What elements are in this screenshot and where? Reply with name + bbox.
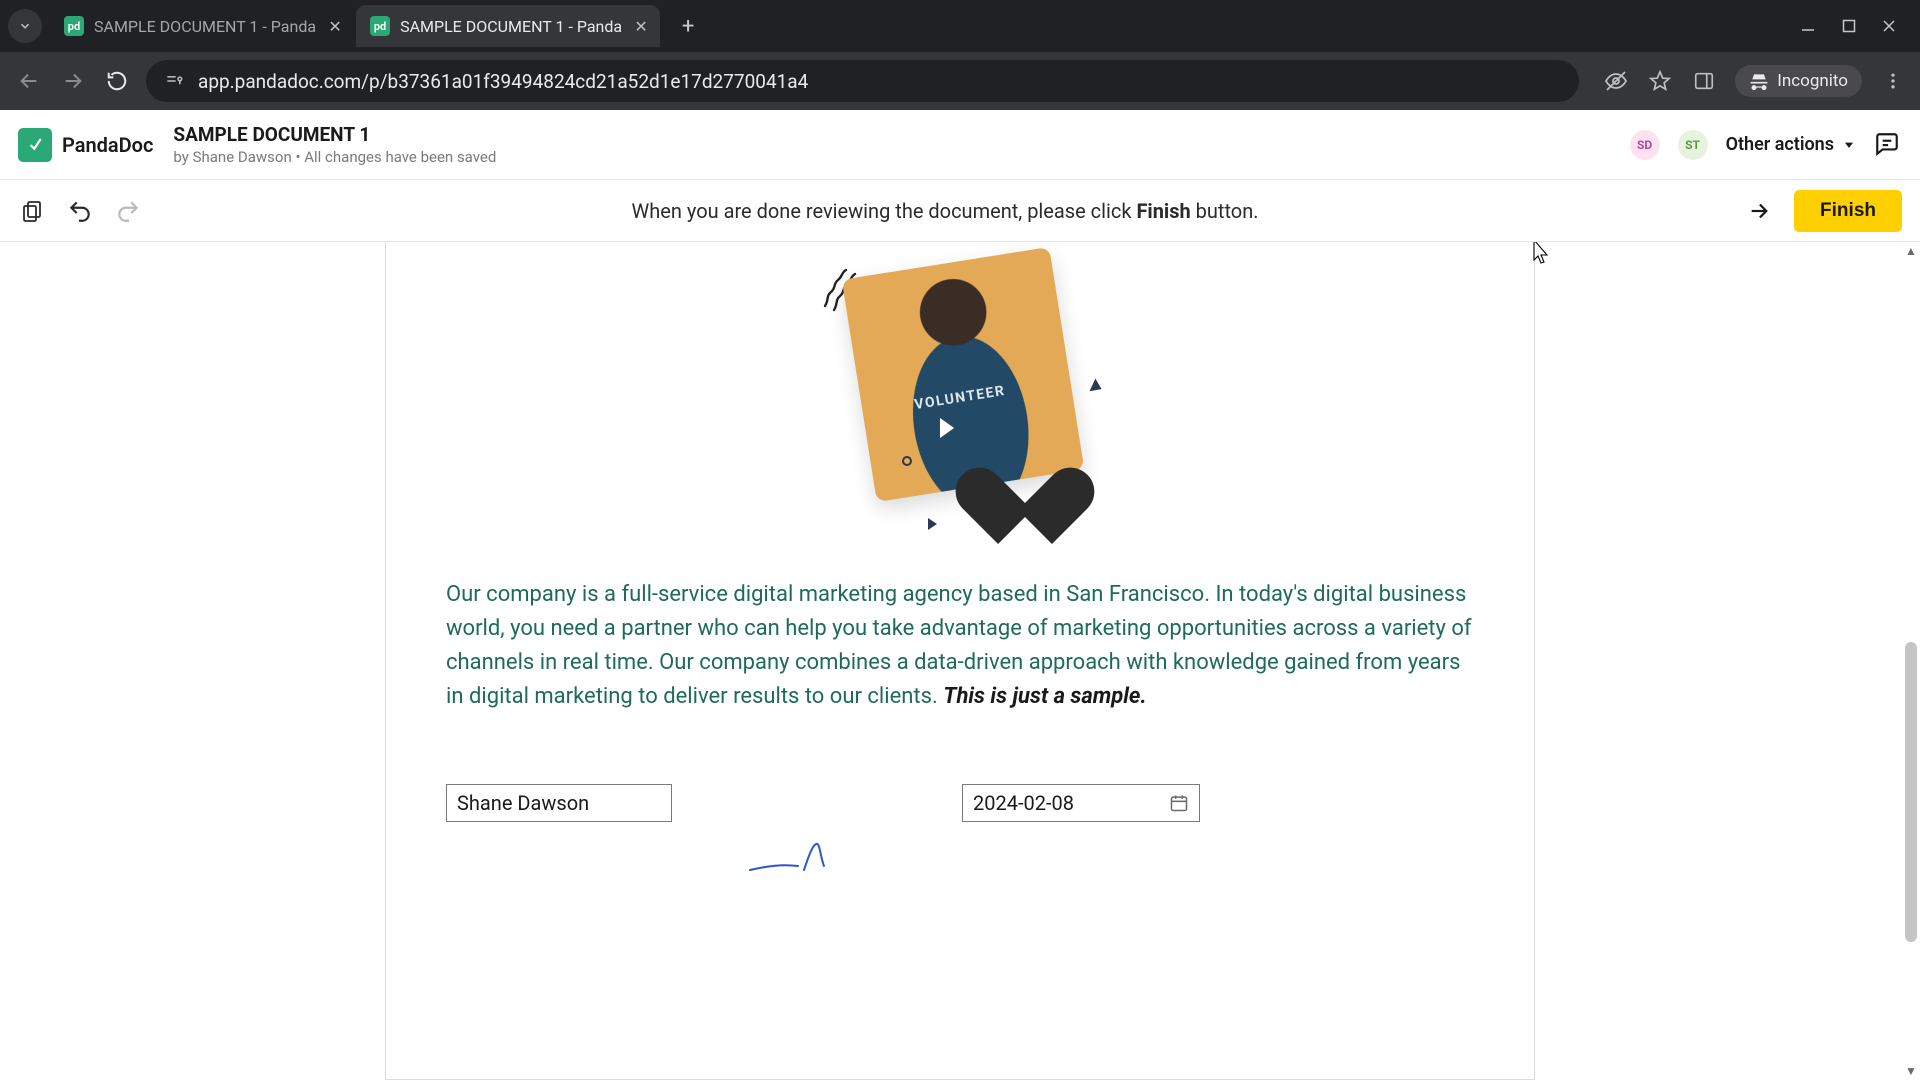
maximize-button[interactable] xyxy=(1842,18,1856,34)
hero-illustration-wrap: VOLUNTEER xyxy=(446,242,1474,528)
favicon-pandadoc: pd xyxy=(370,16,390,36)
scroll-down-button[interactable]: ▼ xyxy=(1902,1062,1920,1080)
small-circle-icon xyxy=(902,456,912,466)
url-text: app.pandadoc.com/p/b37361a01f39494824cd2… xyxy=(198,70,808,93)
caret-down-icon xyxy=(1842,138,1856,152)
review-bar: When you are done reviewing the document… xyxy=(0,180,1920,242)
redo-button[interactable] xyxy=(114,197,142,225)
tab-search-caret[interactable] xyxy=(8,9,42,43)
avatar-st[interactable]: ST xyxy=(1678,130,1708,160)
browser-tab-0[interactable]: pd SAMPLE DOCUMENT 1 - Panda ✕ xyxy=(50,5,354,47)
vertical-scrollbar[interactable]: ▲ ▼ xyxy=(1902,242,1920,1080)
other-actions-menu[interactable]: Other actions xyxy=(1726,134,1856,155)
scrollbar-thumb[interactable] xyxy=(1905,642,1917,942)
hero-illustration: VOLUNTEER xyxy=(810,248,1110,528)
side-panel-icon[interactable] xyxy=(1691,68,1717,94)
address-bar: app.pandadoc.com/p/b37361a01f39494824cd2… xyxy=(0,52,1920,110)
new-tab-button[interactable]: + xyxy=(670,8,706,44)
window-controls xyxy=(1800,18,1912,34)
browser-tab-1[interactable]: pd SAMPLE DOCUMENT 1 - Panda ✕ xyxy=(356,5,660,47)
app-header: PandaDoc SAMPLE DOCUMENT 1 by Shane Daws… xyxy=(0,110,1920,180)
comments-button[interactable] xyxy=(1874,131,1902,159)
undo-button[interactable] xyxy=(66,197,94,225)
tab-title: SAMPLE DOCUMENT 1 - Panda xyxy=(400,17,622,36)
name-field[interactable]: Shane Dawson xyxy=(446,784,672,822)
other-actions-label: Other actions xyxy=(1726,134,1834,155)
bookmark-star-icon[interactable] xyxy=(1647,68,1673,94)
play-triangle-icon xyxy=(940,418,954,438)
forward-button[interactable] xyxy=(58,66,88,96)
back-button[interactable] xyxy=(14,66,44,96)
minimize-button[interactable] xyxy=(1800,18,1816,34)
finish-button[interactable]: Finish xyxy=(1794,190,1902,232)
reload-button[interactable] xyxy=(102,66,132,96)
close-window-button[interactable] xyxy=(1882,18,1896,34)
scroll-up-button[interactable]: ▲ xyxy=(1902,242,1920,260)
small-triangle-icon-2 xyxy=(928,518,937,530)
incognito-label: Incognito xyxy=(1777,71,1848,91)
signature-mark xyxy=(746,836,886,880)
site-info-icon[interactable] xyxy=(162,69,186,93)
name-field-value: Shane Dawson xyxy=(457,791,589,815)
document-page: VOLUNTEER Our company is a full-service … xyxy=(385,242,1535,1080)
copy-document-button[interactable] xyxy=(18,197,46,225)
tab-strip: pd SAMPLE DOCUMENT 1 - Panda ✕ pd SAMPLE… xyxy=(0,0,1920,52)
document-meta: SAMPLE DOCUMENT 1 by Shane Dawson • All … xyxy=(173,123,496,166)
signature-fields-row: Shane Dawson 2024-02-08 xyxy=(446,784,1474,822)
body-sample-emphasis: This is just a sample. xyxy=(943,684,1146,709)
avatar-sd[interactable]: SD xyxy=(1630,130,1660,160)
brand[interactable]: PandaDoc xyxy=(18,128,153,162)
document-subtitle: by Shane Dawson • All changes have been … xyxy=(173,148,496,166)
incognito-indicator[interactable]: Incognito xyxy=(1735,65,1862,97)
brand-name: PandaDoc xyxy=(62,133,153,157)
incognito-icon xyxy=(1749,71,1769,91)
favicon-pandadoc: pd xyxy=(64,16,84,36)
small-triangle-icon xyxy=(1090,379,1105,396)
review-message: When you are done reviewing the document… xyxy=(160,199,1730,223)
url-field[interactable]: app.pandadoc.com/p/b37361a01f39494824cd2… xyxy=(146,60,1579,102)
date-field-value: 2024-02-08 xyxy=(973,791,1074,815)
chevron-down-icon xyxy=(18,19,32,33)
arrow-right-icon xyxy=(1748,200,1770,222)
heart-icon xyxy=(980,436,1070,520)
kebab-menu-icon[interactable] xyxy=(1880,68,1906,94)
document-body: Our company is a full-service digital ma… xyxy=(446,578,1474,714)
brand-logo xyxy=(18,128,52,162)
tab-title: SAMPLE DOCUMENT 1 - Panda xyxy=(94,17,316,36)
date-field[interactable]: 2024-02-08 xyxy=(962,784,1200,822)
browser-chrome: pd SAMPLE DOCUMENT 1 - Panda ✕ pd SAMPLE… xyxy=(0,0,1920,110)
calendar-icon xyxy=(1169,793,1189,813)
document-title: SAMPLE DOCUMENT 1 xyxy=(173,123,496,146)
document-canvas: VOLUNTEER Our company is a full-service … xyxy=(0,242,1920,1080)
close-icon[interactable]: ✕ xyxy=(326,17,344,35)
eye-off-icon[interactable] xyxy=(1603,68,1629,94)
address-actions: Incognito xyxy=(1593,65,1906,97)
close-icon[interactable]: ✕ xyxy=(632,17,650,35)
